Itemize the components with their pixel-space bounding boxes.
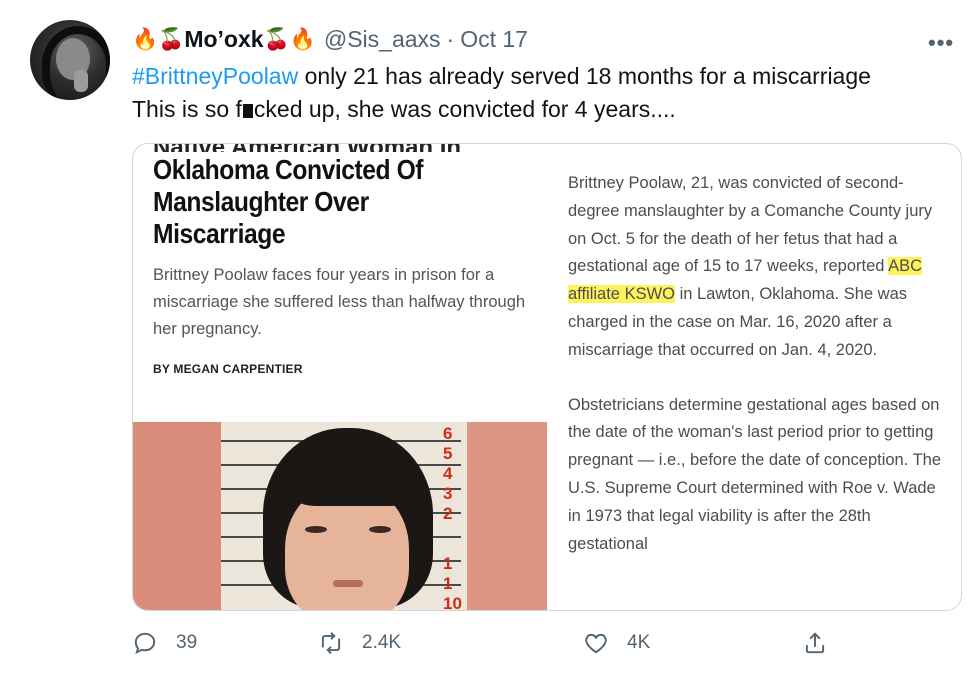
tweet-text-line1: only 21 has already served 18 months for…: [298, 63, 871, 89]
retweet-icon: [321, 632, 341, 654]
mugshot-mouth-shape: [333, 580, 363, 587]
retweet-count: 2.4K: [362, 632, 402, 653]
more-options-icon[interactable]: •••: [928, 30, 954, 56]
mugshot-right-panel: [467, 422, 547, 610]
tweet-text-line2-end: cked up, she was convicted for 4 years..…: [253, 96, 676, 122]
mugshot-eye-shape: [305, 526, 327, 533]
share-icon: [805, 632, 825, 654]
heart-icon: [585, 633, 607, 654]
article-byline: BY MEGAN CARPENTIER: [153, 362, 303, 376]
height-number: 1: [443, 574, 453, 593]
author-avatar[interactable]: [30, 20, 110, 100]
cherry-emoji-icon: 🍒: [158, 27, 185, 51]
like-button[interactable]: 4K: [583, 630, 650, 656]
tweet-text: #BrittneyPoolaw only 21 has already serv…: [132, 60, 952, 126]
height-number: 6: [443, 424, 453, 443]
share-button[interactable]: [802, 630, 828, 656]
reply-icon: [134, 632, 156, 655]
article-body: Brittney Poolaw, 21, was convicted of se…: [568, 170, 953, 558]
reply-button[interactable]: 39: [132, 630, 197, 656]
height-number: 4: [443, 464, 453, 483]
author-handle[interactable]: @Sis_aaxs: [324, 26, 441, 53]
mugshot-photo: 6 5 4 3 2 1 1 10: [133, 422, 547, 611]
height-number: 5: [443, 444, 453, 463]
article-headline: Oklahoma Convicted Of Manslaughter Over …: [153, 154, 424, 249]
mugshot-bangs-shape: [293, 456, 413, 506]
height-number: 2: [443, 504, 453, 523]
tweet-header: 🔥 🍒 Mo’oxk 🍒 🔥 @Sis_aaxs · Oct 17: [132, 24, 528, 54]
reply-count: 39: [176, 632, 198, 653]
attached-image-card[interactable]: Native American Woman In Oklahoma Convic…: [132, 143, 962, 611]
author-display-name[interactable]: 🔥 🍒 Mo’oxk 🍒 🔥: [132, 26, 316, 53]
author-name-text: Mo’oxk: [184, 25, 264, 52]
mugshot-eye-shape: [369, 526, 391, 533]
cut-heading: Native American Woman In: [153, 144, 493, 152]
article-paragraph-2: Obstetricians determine gestational ages…: [568, 395, 942, 553]
header-separator: ·: [446, 25, 455, 52]
height-number: 10: [443, 594, 462, 611]
height-number: 1: [443, 554, 453, 573]
hashtag-link[interactable]: #BrittneyPoolaw: [132, 63, 298, 89]
tweet-date[interactable]: Oct 17: [460, 26, 528, 53]
tweet-text-line2-start: This is so f: [132, 96, 242, 122]
avatar-hand-shape: [74, 70, 88, 92]
fire-emoji-icon: 🔥: [289, 27, 316, 51]
retweet-button[interactable]: 2.4K: [318, 630, 401, 656]
censor-mark-icon: [242, 103, 253, 118]
tweet: 🔥 🍒 Mo’oxk 🍒 🔥 @Sis_aaxs · Oct 17 ••• #B…: [0, 0, 980, 682]
height-number: 3: [443, 484, 453, 503]
article-paragraph-1: Brittney Poolaw, 21, was convicted of se…: [568, 174, 933, 359]
article-subhead: Brittney Poolaw faces four years in pris…: [153, 266, 526, 338]
tweet-actions: 39 2.4K 4K: [132, 630, 832, 666]
cherry-emoji-icon: 🍒: [263, 27, 290, 51]
fire-emoji-icon: 🔥: [132, 27, 159, 51]
like-count: 4K: [627, 632, 651, 653]
